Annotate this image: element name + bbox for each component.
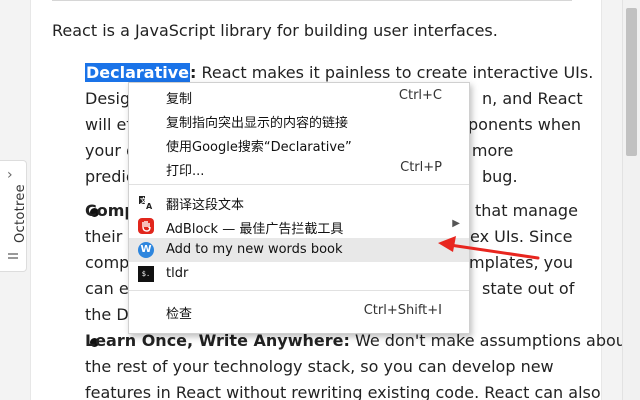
menu-item-google-search[interactable]: 使用Google搜索“Declarative”: [129, 132, 469, 156]
component-line-4b: state out of: [482, 279, 575, 298]
adblock-icon: [138, 218, 154, 234]
declarative-line-2b: n, and React: [482, 89, 583, 108]
menu-item-translate[interactable]: 文A 翻译这段文本: [129, 190, 469, 214]
intro-paragraph: React is a JavaScript library for buildi…: [52, 21, 498, 40]
declarative-line-5b: bug.: [482, 167, 518, 186]
learn-once-line-2: the rest of your technology stack, so yo…: [85, 357, 554, 376]
octotree-label: Octotree: [13, 184, 28, 243]
declarative-line-3a: will ef: [85, 115, 132, 134]
selected-text-declarative[interactable]: Declarative: [85, 63, 190, 82]
declarative-line-2a: Desig: [85, 89, 131, 108]
menu-item-adblock[interactable]: AdBlock — 最佳广告拦截工具 ▶: [129, 214, 469, 238]
annotation-arrow-icon: [438, 236, 540, 260]
menu-item-tldr[interactable]: $. tldr: [129, 262, 469, 286]
words-book-icon: W: [138, 242, 154, 258]
browser-viewport: React is a JavaScript library for buildi…: [0, 0, 640, 400]
learn-once-line-3: features in React without rewriting exis…: [85, 383, 601, 400]
drag-handle-icon[interactable]: [8, 253, 18, 255]
svg-text:A: A: [146, 202, 153, 210]
tldr-icon: $.: [138, 266, 154, 282]
octotree-sidebar-toggle[interactable]: › Octotree: [0, 160, 28, 272]
menu-item-print[interactable]: 打印... Ctrl+P: [129, 156, 469, 180]
menu-item-copy[interactable]: 复制 Ctrl+C: [129, 84, 469, 108]
menu-item-inspect[interactable]: 检查 Ctrl+Shift+I: [129, 299, 469, 323]
scrollbar-thumb[interactable]: [626, 8, 637, 156]
menu-item-copy-link-to-highlight[interactable]: 复制指向突出显示的内容的链接: [129, 108, 469, 132]
menu-separator: [129, 184, 469, 185]
menu-separator: [129, 290, 469, 291]
top-divider: [52, 0, 572, 1]
chevron-right-icon: ›: [7, 167, 13, 183]
context-menu: 复制 Ctrl+C 复制指向突出显示的内容的链接 使用Google搜索“Decl…: [128, 82, 470, 334]
translate-icon: 文A: [138, 194, 154, 211]
declarative-line-3b: ponents when: [468, 115, 581, 134]
component-line-3a: comp: [85, 253, 130, 272]
vertical-scrollbar[interactable]: [622, 0, 640, 400]
menu-item-add-to-words-book[interactable]: W Add to my new words book: [129, 238, 469, 262]
